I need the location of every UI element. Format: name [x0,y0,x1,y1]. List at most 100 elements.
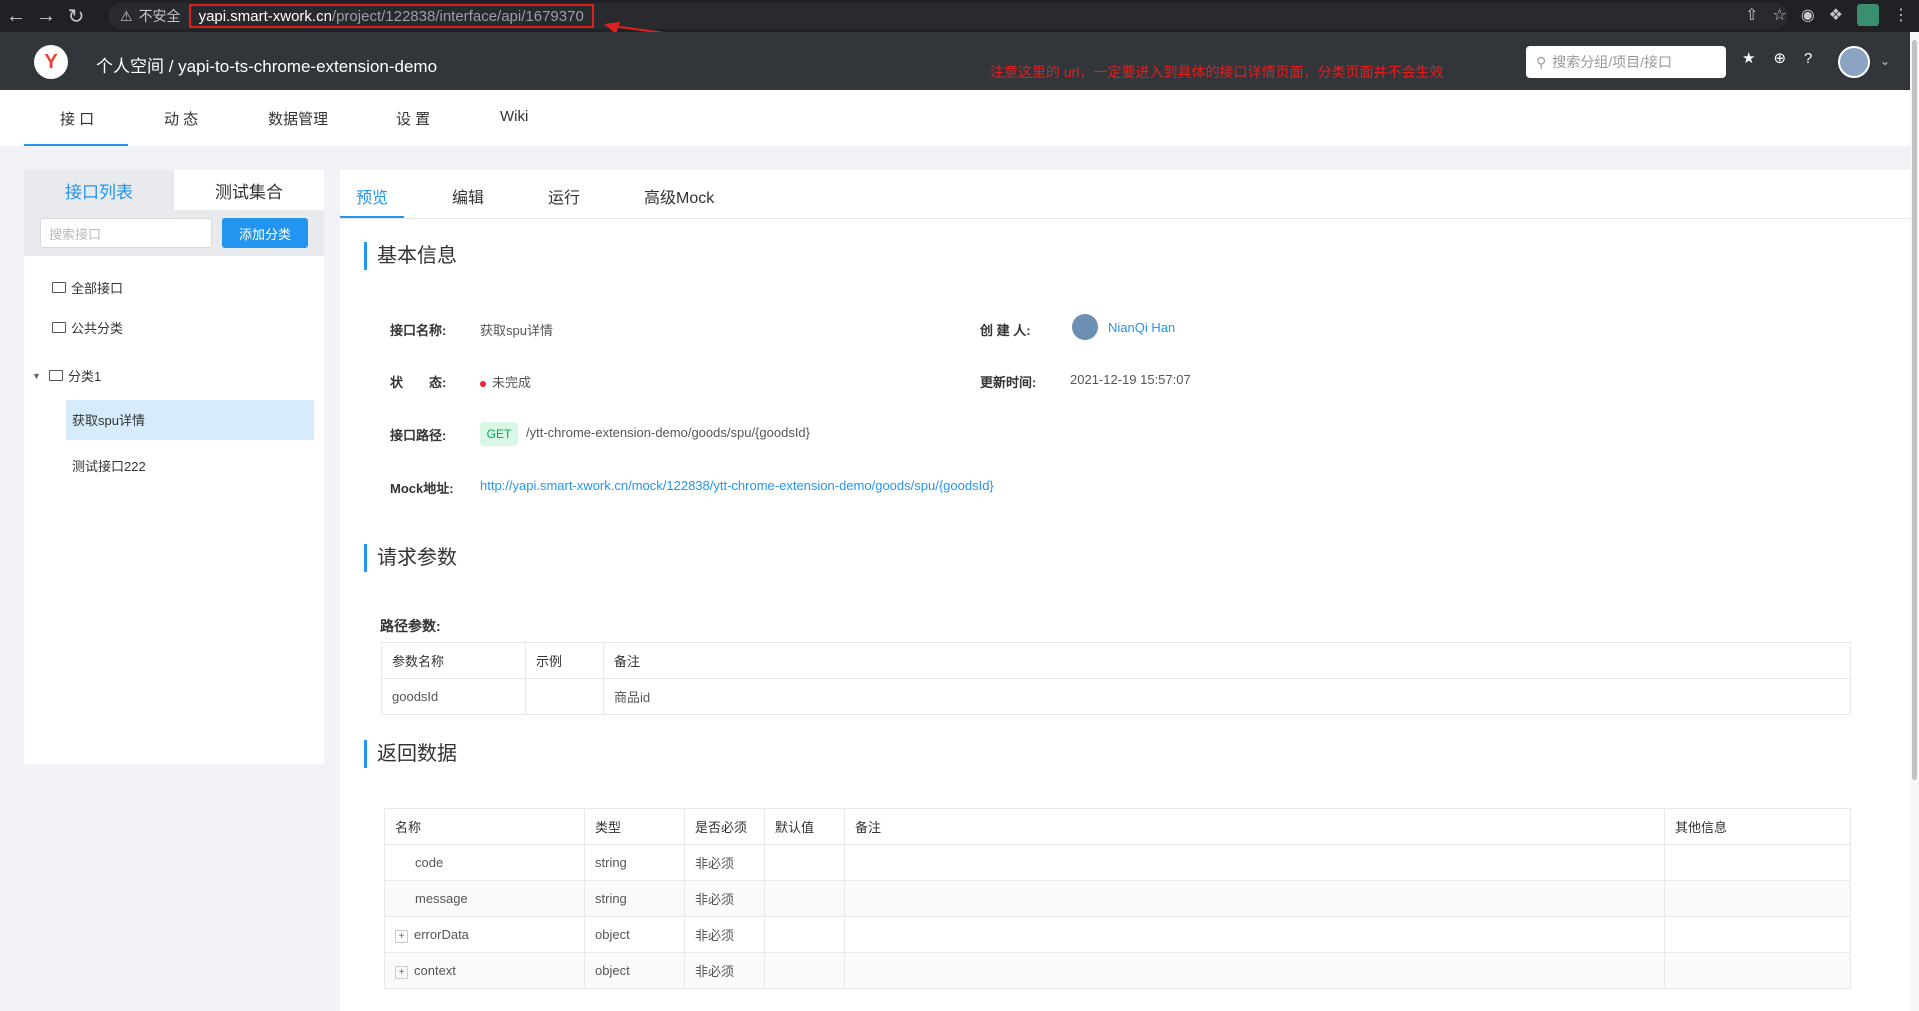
scrollbar-thumb[interactable] [1912,40,1917,780]
extensions-puzzle-icon[interactable]: ❖ [1829,5,1843,25]
help-icon[interactable]: ? [1804,50,1812,67]
label-updated-time: 更新时间: [980,375,1037,390]
response-field-name: context [414,962,456,978]
breadcrumb[interactable]: 个人空间 / yapi-to-ts-chrome-extension-demo [96,52,437,77]
response-field-name: code [384,844,585,881]
active-main-tab-underline [340,216,404,218]
response-field-required: 非必须 [684,844,765,881]
mock-url-link[interactable]: http://yapi.smart-xwork.cn/mock/122838/y… [480,478,994,493]
path-param-remark: 商品id [603,678,1851,715]
tree-item-category1[interactable]: ▼ 分类1 [32,366,101,385]
tab-run[interactable]: 运行 [548,184,580,208]
warning-icon: ⚠ [120,7,133,24]
label-status: 状 态: [390,375,447,390]
chevron-down-icon[interactable]: ⌄ [1880,54,1890,68]
path-param-example [525,678,604,715]
tab-test-collection[interactable]: 测试集合 [174,170,324,210]
star-icon[interactable]: ★ [1742,49,1755,67]
table-row: code string 非必须 [384,844,1851,881]
table-row: goodsId 商品id [381,678,1851,715]
url-text[interactable]: yapi.smart-xwork.cn/project/122838/inter… [188,4,594,28]
method-badge: GET [480,422,518,446]
profile-extension-icon[interactable] [1857,4,1879,26]
label-path-params: 路径参数: [380,618,441,634]
insecure-indicator[interactable]: ⚠ 不安全 [120,6,181,26]
response-field-required: 非必须 [684,916,765,953]
value-interface-path: /ytt-chrome-extension-demo/goods/spu/{go… [526,425,811,440]
response-field-required: 非必须 [684,952,765,989]
translate-extension-icon[interactable]: ◉ [1801,5,1815,25]
response-field-name-cell: + context [384,952,585,989]
response-field-type: object [584,916,685,953]
response-field-type: string [584,844,685,881]
url-host: yapi.smart-xwork.cn [198,7,332,25]
add-category-button[interactable]: 添加分类 [222,218,308,248]
table-row: message string 非必须 [384,880,1851,917]
tab-data-management[interactable]: 数据管理 [268,108,328,129]
table-row: + context object 非必须 [384,952,1851,989]
response-table: 名称 类型 是否必须 默认值 备注 其他信息 code string 非必须 m… [384,808,1851,989]
annotation-note: 注意这里的 url，一定要进入到具体的接口详情页面，分类页面并不会生效 [990,64,1444,80]
search-icon: ⚲ [1536,53,1547,70]
header-search-input[interactable]: ⚲ 搜索分组/项目/接口 [1526,46,1726,78]
share-icon[interactable]: ⇧ [1745,5,1758,25]
path-param-header-name: 参数名称 [381,642,526,679]
caret-down-icon[interactable]: ▼ [32,371,44,381]
back-icon[interactable]: ← [2,2,30,30]
response-header-remark: 备注 [844,808,1665,845]
value-status: 未完成 [480,372,531,391]
label-mock-url: Mock地址: [390,481,454,496]
tree-item-test-interface-222[interactable]: 测试接口222 [72,456,146,475]
expand-plus-icon[interactable]: + [395,965,408,979]
interface-search-input[interactable]: 搜索接口 [40,218,212,248]
yapi-logo[interactable]: Y [34,45,68,79]
creator-link[interactable]: NianQi Han [1108,320,1175,335]
user-avatar[interactable] [1838,46,1870,78]
label-interface-path: 接口路径: [390,428,447,443]
folder-icon [52,282,66,293]
table-row: + errorData object 非必须 [384,916,1851,953]
tab-activity[interactable]: 动 态 [164,108,198,129]
tree-item-get-spu-detail[interactable]: 获取spu详情 [72,410,145,429]
tabs-divider [340,218,1912,219]
value-interface-name: 获取spu详情 [480,323,553,338]
section-basic-info: 基本信息 [364,242,457,270]
tree-item-all-interfaces[interactable]: 全部接口 [52,278,123,297]
interface-detail-panel: 预览 编辑 运行 高级Mock 基本信息 接口名称: 获取spu详情 创 建 人… [340,170,1912,1011]
tab-preview[interactable]: 预览 [356,184,388,208]
value-updated-time: 2021-12-19 15:57:07 [1070,372,1191,387]
section-request-params: 请求参数 [364,544,457,572]
tab-advanced-mock[interactable]: 高级Mock [644,184,714,208]
interface-sidebar: 接口列表 测试集合 搜索接口 添加分类 全部接口 公共分类 ▼ 分类1 获取spu… [24,170,324,764]
label-creator: 创 建 人: [980,323,1031,338]
response-header-name: 名称 [384,808,585,845]
tree-item-public-category[interactable]: 公共分类 [52,318,123,337]
expand-plus-icon[interactable]: + [395,929,408,943]
browser-menu-icon[interactable]: ⋮ [1893,5,1909,25]
tab-interface[interactable]: 接 口 [60,108,94,129]
path-params-table: 参数名称 示例 备注 goodsId 商品id [381,642,1851,715]
response-field-required: 非必须 [684,880,765,917]
active-tab-underline [24,144,128,146]
response-header-required: 是否必须 [684,808,765,845]
creator-avatar [1072,314,1098,340]
forward-icon[interactable]: → [32,2,60,30]
response-field-name: errorData [414,926,469,942]
tab-edit[interactable]: 编辑 [452,184,484,208]
status-dot-icon [480,380,486,387]
tab-settings[interactable]: 设 置 [396,108,430,129]
path-param-name: goodsId [381,678,526,715]
path-param-header-example: 示例 [525,642,604,679]
folder-icon [52,322,66,333]
tab-interface-list[interactable]: 接口列表 [24,170,174,210]
add-circle-icon[interactable]: ⊕ [1773,49,1786,67]
bookmark-star-icon[interactable]: ☆ [1772,5,1786,25]
response-header-default: 默认值 [764,808,845,845]
path-param-header-remark: 备注 [603,642,1851,679]
response-field-type: string [584,880,685,917]
tab-wiki[interactable]: Wiki [500,108,528,125]
reload-icon[interactable]: ↻ [62,2,90,30]
response-header-type: 类型 [584,808,685,845]
response-field-type: object [584,952,685,989]
response-header-other: 其他信息 [1664,808,1851,845]
